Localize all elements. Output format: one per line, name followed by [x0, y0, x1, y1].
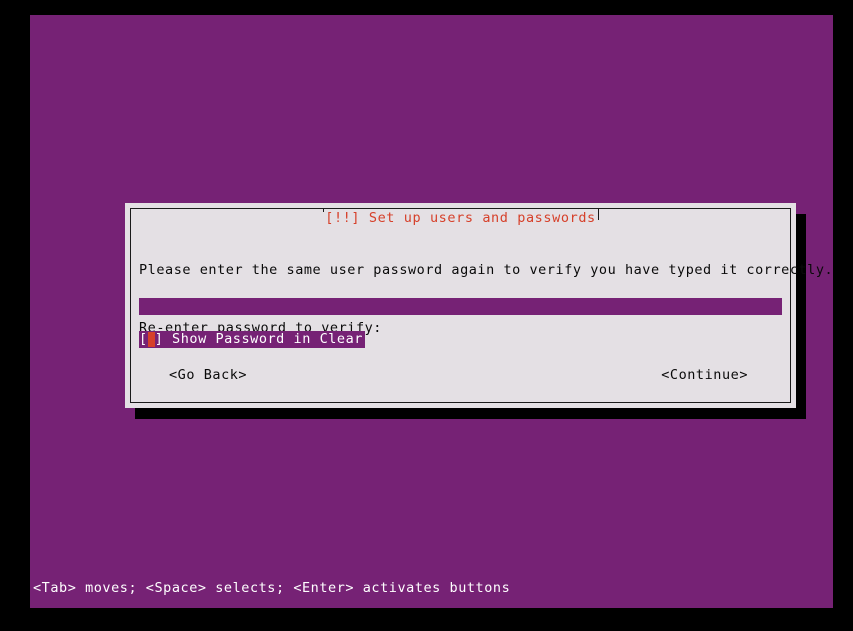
dialog-titlebar: [!!] Set up users and passwords [125, 203, 796, 225]
dialog-button-row: <Go Back> <Continue> [139, 366, 782, 384]
checkbox-cursor [147, 332, 155, 347]
title-divider-right [598, 208, 599, 220]
checkbox-close-bracket: ] [154, 331, 164, 347]
password-input[interactable]: ****************________________________… [139, 298, 782, 315]
dialog-title: [!!] Set up users and passwords [316, 211, 605, 225]
go-back-button[interactable]: <Go Back> [169, 366, 247, 384]
checkbox-open-bracket: [ [139, 331, 148, 347]
show-password-in-clear-checkbox[interactable]: [] Show Password in Clear [139, 331, 365, 348]
terminal-background: [!!] Set up users and passwords Please e… [30, 15, 833, 608]
setup-users-and-passwords-dialog: [!!] Set up users and passwords Please e… [125, 203, 833, 408]
prompt-text: Please enter the same user password agai… [139, 262, 833, 278]
installer-screen: [!!] Set up users and passwords Please e… [0, 0, 853, 631]
keyboard-hint-bar: <Tab> moves; <Space> selects; <Enter> ac… [33, 580, 511, 596]
checkbox-label: Show Password in Clear [163, 331, 363, 347]
title-divider-left [323, 208, 324, 220]
continue-button[interactable]: <Continue> [661, 366, 748, 384]
